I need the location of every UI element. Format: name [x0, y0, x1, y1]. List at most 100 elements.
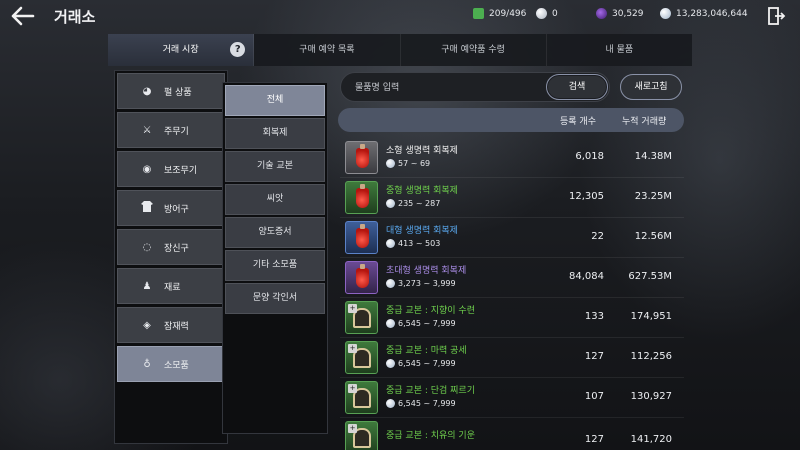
- gem-value: 30,529: [612, 8, 644, 19]
- table-row[interactable]: 초대형 생명력 회복제 3,273 ~ 3,999 84,084 627.53M: [340, 258, 684, 298]
- cumulative-volume: 627.53M: [628, 271, 672, 282]
- cumulative-volume: 174,951: [630, 311, 672, 322]
- silver-coin-icon: [386, 319, 395, 328]
- inventory-value: 209/496: [489, 8, 527, 19]
- potion-icon: [345, 261, 378, 294]
- price-range: 3,273 ~ 3,999: [386, 279, 456, 288]
- silver-coin-icon: [386, 239, 395, 248]
- crossed-swords-icon: ⚔: [142, 124, 152, 136]
- skill-book-icon: +: [345, 381, 378, 414]
- potion-icon: ♁: [143, 358, 151, 370]
- pearl-counter: 0: [536, 8, 558, 19]
- bag-icon: [473, 8, 484, 19]
- category-label: 장신구: [164, 243, 189, 254]
- tab-trade-market[interactable]: 거래 시장 ?: [108, 34, 255, 66]
- table-row[interactable]: + 중급 교본 : 단검 찌르기 6,545 ~ 7,999 107 130,9…: [340, 378, 684, 418]
- armor-icon: [136, 201, 158, 215]
- top-bar: 거래소 209/496 0 30,529 13,283,046,644: [0, 0, 800, 34]
- subcategory-list: 전체 회복제 기술 교본 씨앗 양도증서 기타 소모품 문양 각인서: [222, 82, 328, 434]
- registered-count: 107: [584, 391, 604, 402]
- cumulative-volume: 141,720: [630, 434, 672, 445]
- cumulative-volume: 12.56M: [634, 231, 672, 242]
- table-row[interactable]: + 중급 교본 : 지향이 수련 6,545 ~ 7,999 133 174,9…: [340, 298, 684, 338]
- category-material[interactable]: ♟ 재료: [117, 268, 225, 304]
- price-range: 6,545 ~ 7,999: [386, 319, 456, 328]
- category-accessory[interactable]: ◌ 장신구: [117, 229, 225, 265]
- price-range: 6,545 ~ 7,999: [386, 359, 456, 368]
- subcategory-transfer-deed[interactable]: 양도증서: [225, 217, 325, 248]
- price-range-value: 3,273 ~ 3,999: [398, 279, 456, 288]
- purple-gem-icon: [596, 8, 607, 19]
- pearl-value: 0: [552, 8, 558, 19]
- subcategory-pattern-engraving[interactable]: 문양 각인서: [225, 283, 325, 314]
- category-sub-weapon[interactable]: ◉ 보조무기: [117, 151, 225, 187]
- tab-purchase-reservations[interactable]: 구매 예약 목록: [254, 34, 401, 66]
- plus-badge-icon: +: [348, 384, 357, 393]
- silver-coin-icon: [386, 279, 395, 288]
- registered-count: 133: [584, 311, 604, 322]
- pearl-icon: [536, 8, 547, 19]
- item-name: 소형 생명력 회복제: [386, 146, 458, 156]
- price-range-value: 235 ~ 287: [398, 199, 441, 208]
- category-label: 보조무기: [164, 165, 198, 176]
- table-row[interactable]: + 중급 교본 : 마력 공세 6,545 ~ 7,999 127 112,25…: [340, 338, 684, 378]
- tab-label: 내 물품: [605, 45, 634, 55]
- price-range: 6,545 ~ 7,999: [386, 399, 456, 408]
- registered-count: 127: [584, 434, 604, 445]
- tab-label: 구매 예약 목록: [299, 45, 355, 55]
- category-main-weapon[interactable]: ⚔ 주무기: [117, 112, 225, 148]
- registered-count: 22: [591, 231, 604, 242]
- table-row[interactable]: 대형 생명력 회복제 413 ~ 503 22 12.56M: [340, 218, 684, 258]
- item-name: 중급 교본 : 치유의 기운: [386, 431, 475, 441]
- plus-badge-icon: +: [348, 304, 357, 313]
- item-table-header: 등록 개수 누적 거래량: [338, 108, 684, 132]
- registered-count: 127: [584, 351, 604, 362]
- category-armor[interactable]: 방어구: [117, 190, 225, 226]
- price-range-value: 6,545 ~ 7,999: [398, 399, 456, 408]
- price-range-value: 57 ~ 69: [398, 159, 431, 168]
- search-input[interactable]: [355, 79, 545, 97]
- plus-badge-icon: +: [348, 424, 357, 433]
- column-cumulative-volume: 누적 거래량: [622, 117, 667, 127]
- exit-door-icon[interactable]: [766, 6, 786, 26]
- subcategory-recovery[interactable]: 회복제: [225, 118, 325, 149]
- search-button[interactable]: 검색: [546, 74, 608, 100]
- diamond-icon: ◈: [143, 319, 151, 331]
- page-title: 거래소: [54, 8, 96, 26]
- subcategory-seed[interactable]: 씨앗: [225, 184, 325, 215]
- price-range-value: 6,545 ~ 7,999: [398, 319, 456, 328]
- category-pearl-items[interactable]: ◕ 펄 상품: [117, 73, 225, 109]
- category-label: 방어구: [164, 204, 189, 215]
- category-label: 잠재력: [164, 321, 189, 332]
- category-label: 주무기: [164, 126, 189, 137]
- refresh-button[interactable]: 새로고침: [620, 74, 682, 100]
- subcategory-skill-book[interactable]: 기술 교본: [225, 151, 325, 182]
- item-name: 중형 생명력 회복제: [386, 186, 458, 196]
- category-label: 펄 상품: [164, 87, 192, 98]
- silver-coin-icon: [386, 159, 395, 168]
- back-arrow-icon[interactable]: [10, 5, 36, 27]
- table-row[interactable]: 소형 생명력 회복제 57 ~ 69 6,018 14.38M: [340, 138, 684, 178]
- cumulative-volume: 112,256: [630, 351, 672, 362]
- table-row[interactable]: 중형 생명력 회복제 235 ~ 287 12,305 23.25M: [340, 178, 684, 218]
- subcategory-all[interactable]: 전체: [225, 85, 325, 116]
- tab-receive-reserved[interactable]: 구매 예약품 수령: [401, 34, 547, 66]
- potion-icon: [345, 221, 378, 254]
- tab-my-items[interactable]: 내 물품: [547, 34, 692, 66]
- pearl-icon: ◕: [142, 85, 152, 97]
- ring-icon: ◌: [142, 241, 152, 253]
- price-range-value: 6,545 ~ 7,999: [398, 359, 456, 368]
- table-row[interactable]: + 중급 교본 : 치유의 기운 127 141,720: [340, 418, 684, 450]
- tab-label: 구매 예약품 수령: [441, 45, 505, 55]
- category-consumable[interactable]: ♁ 소모품: [117, 346, 225, 382]
- cumulative-volume: 23.25M: [634, 191, 672, 202]
- plus-badge-icon: +: [348, 344, 357, 353]
- price-range: 57 ~ 69: [386, 159, 430, 168]
- category-potential[interactable]: ◈ 잠재력: [117, 307, 225, 343]
- cumulative-volume: 130,927: [630, 391, 672, 402]
- category-label: 재료: [164, 282, 181, 293]
- subcategory-other-consumable[interactable]: 기타 소모품: [225, 250, 325, 281]
- help-icon[interactable]: ?: [230, 42, 246, 57]
- item-name: 초대형 생명력 회복제: [386, 266, 467, 276]
- item-name: 중급 교본 : 마력 공세: [386, 346, 467, 356]
